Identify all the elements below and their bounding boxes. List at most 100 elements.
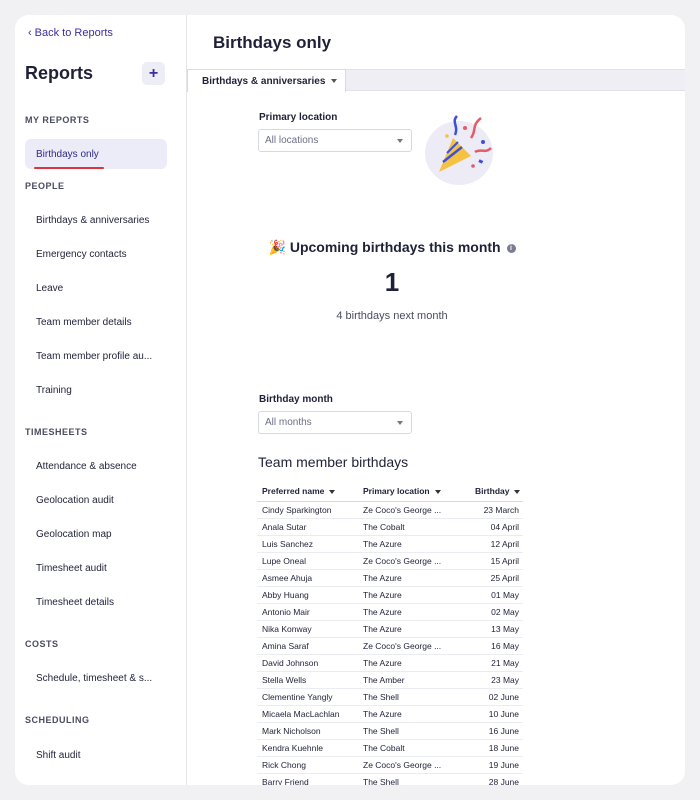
caret-down-icon	[397, 421, 403, 425]
sidebar-item-timesheet-details[interactable]: Timesheet details	[25, 587, 167, 617]
sidebar-item-training[interactable]: Training	[25, 375, 167, 405]
sidebar-item-geolocation-audit[interactable]: Geolocation audit	[25, 485, 167, 515]
cell-preferred-name: Nika Konway	[262, 624, 312, 634]
sidebar-item-geolocation-map[interactable]: Geolocation map	[25, 519, 167, 549]
sidebar-item-team-member-details[interactable]: Team member details	[25, 307, 167, 337]
cell-primary-location: The Azure	[363, 539, 402, 549]
table-row[interactable]: Lupe Oneal Ze Coco's George ... 15 April	[257, 553, 523, 570]
cell-birthday: 10 June	[488, 709, 519, 719]
table-row[interactable]: Amina Saraf Ze Coco's George ... 16 May	[257, 638, 523, 655]
table-row[interactable]: Micaela MacLachlan The Azure 10 June	[257, 706, 523, 723]
table-row[interactable]: Mark Nicholson The Shell 16 June	[257, 723, 523, 740]
column-header-preferred-name[interactable]: Preferred name	[257, 486, 357, 496]
sidebar-item-label: Emergency contacts	[36, 248, 127, 260]
cell-primary-location: The Cobalt	[363, 522, 405, 532]
sidebar-item-shift-audit[interactable]: Shift audit	[25, 740, 167, 770]
sidebar-item-birthdays-anniversaries[interactable]: Birthdays & anniversaries	[25, 205, 167, 235]
upcoming-birthdays-title: Upcoming birthdays this month	[289, 239, 501, 255]
page-title: Birthdays only	[213, 33, 332, 52]
table-row[interactable]: Stella Wells The Amber 23 May	[257, 672, 523, 689]
section-label-my-reports: MY REPORTS	[25, 115, 90, 125]
sidebar-item-label: Team member details	[36, 316, 132, 328]
section-label-people: PEOPLE	[25, 181, 65, 191]
column-header-birthday[interactable]: Birthday	[461, 486, 523, 496]
table-row[interactable]: Nika Konway The Azure 13 May	[257, 621, 523, 638]
sidebar-title: Reports	[25, 63, 94, 83]
primary-location-label: Primary location	[259, 112, 338, 123]
party-emoji: 🎉	[268, 239, 286, 255]
table-row[interactable]: Cindy Sparkington Ze Coco's George ... 23 …	[257, 502, 523, 519]
cell-primary-location: Ze Coco's George ...	[363, 556, 442, 566]
table-row[interactable]: Barry Friend The Shell 28 June	[257, 774, 523, 785]
cell-preferred-name: Antonio Mair	[262, 607, 310, 617]
sidebar: ‹ Back to Reports Reports + MY REPORTS B…	[15, 15, 187, 785]
cell-primary-location: The Amber	[363, 675, 405, 685]
sidebar-item-label: Shift audit	[36, 749, 81, 761]
cell-primary-location: The Shell	[363, 777, 399, 785]
birthday-month-label: Birthday month	[259, 394, 333, 405]
cell-primary-location: The Azure	[363, 607, 402, 617]
tab-label: Birthdays & anniversaries	[202, 75, 326, 87]
column-header-primary-location[interactable]: Primary location	[357, 486, 461, 496]
birthdays-table: Preferred name Primary location Birthday…	[257, 481, 523, 785]
cell-primary-location: The Shell	[363, 726, 399, 736]
sidebar-item-label: Timesheet details	[36, 596, 114, 608]
cell-birthday: 01 May	[491, 590, 519, 600]
cell-preferred-name: Asmee Ahuja	[262, 573, 313, 583]
cell-birthday: 04 April	[490, 522, 519, 532]
cell-birthday: 16 June	[488, 726, 519, 736]
sidebar-item-birthdays-only[interactable]: Birthdays only	[25, 139, 167, 169]
sort-caret-icon	[329, 490, 336, 494]
cell-primary-location: The Azure	[363, 658, 402, 668]
plus-icon: +	[148, 64, 159, 82]
caret-down-icon	[397, 139, 403, 143]
sidebar-item-label: Geolocation map	[36, 528, 112, 540]
primary-location-select[interactable]: All locations	[258, 129, 412, 152]
table-row[interactable]: Kendra Kuehnle The Cobalt 18 June	[257, 740, 523, 757]
table-row[interactable]: David Johnson The Azure 21 May	[257, 655, 523, 672]
cell-birthday: 15 April	[490, 556, 519, 566]
sidebar-item-label: Geolocation audit	[36, 494, 114, 506]
sidebar-item-label: Training	[36, 384, 72, 396]
cell-preferred-name: Rick Chong	[262, 760, 306, 770]
cell-birthday: 16 May	[491, 641, 519, 651]
sidebar-item-label: Schedule, timesheet & s...	[36, 672, 153, 684]
sidebar-item-label: Birthdays & anniversaries	[36, 214, 150, 226]
cell-birthday: 28 June	[488, 777, 519, 785]
info-icon[interactable]: i	[506, 243, 516, 253]
table-row[interactable]: Rick Chong Ze Coco's George ... 19 June	[257, 757, 523, 774]
section-label-timesheets: TIMESHEETS	[25, 427, 88, 437]
sidebar-item-timesheet-audit[interactable]: Timesheet audit	[25, 553, 167, 583]
table-row[interactable]: Antonio Mair The Azure 02 May	[257, 604, 523, 621]
sidebar-item-schedule-timesheet[interactable]: Schedule, timesheet & s...	[25, 663, 167, 693]
table-body: Cindy Sparkington Ze Coco's George ... 23 …	[257, 502, 523, 785]
tab-birthdays-anniversaries[interactable]: Birthdays & anniversaries	[187, 69, 347, 92]
cell-birthday: 23 March	[483, 505, 519, 515]
birthday-month-select[interactable]: All months	[258, 411, 412, 434]
back-to-reports-link[interactable]: ‹ Back to Reports	[28, 27, 113, 39]
sidebar-item-attendance-absence[interactable]: Attendance & absence	[25, 451, 167, 481]
back-link-label: Back to Reports	[34, 27, 113, 39]
sidebar-item-leave[interactable]: Leave	[25, 273, 167, 303]
table-row[interactable]: Anala Sutar The Cobalt 04 April	[257, 519, 523, 536]
cell-birthday: 23 May	[491, 675, 519, 685]
table-row[interactable]: Clementine Yangly The Shell 02 June	[257, 689, 523, 706]
upcoming-birthdays-heading: 🎉 Upcoming birthdays this month i	[257, 239, 527, 256]
cell-birthday: 02 May	[491, 607, 519, 617]
cell-birthday: 13 May	[491, 624, 519, 634]
active-underline	[34, 167, 104, 169]
add-report-button[interactable]: +	[142, 62, 165, 85]
sidebar-item-emergency-contacts[interactable]: Emergency contacts	[25, 239, 167, 269]
cell-preferred-name: David Johnson	[262, 658, 319, 668]
cell-preferred-name: Abby Huang	[262, 590, 309, 600]
sidebar-item-label: Timesheet audit	[36, 562, 107, 574]
table-row[interactable]: Abby Huang The Azure 01 May	[257, 587, 523, 604]
table-row[interactable]: Luis Sanchez The Azure 12 April	[257, 536, 523, 553]
table-row[interactable]: Asmee Ahuja The Azure 25 April	[257, 570, 523, 587]
cell-primary-location: The Azure	[363, 709, 402, 719]
sidebar-item-team-member-profile-audit[interactable]: Team member profile au...	[25, 341, 167, 371]
sidebar-item-label: Attendance & absence	[36, 460, 137, 472]
cell-preferred-name: Cindy Sparkington	[262, 505, 332, 515]
section-label-costs: COSTS	[25, 639, 59, 649]
cell-birthday: 19 June	[488, 760, 519, 770]
